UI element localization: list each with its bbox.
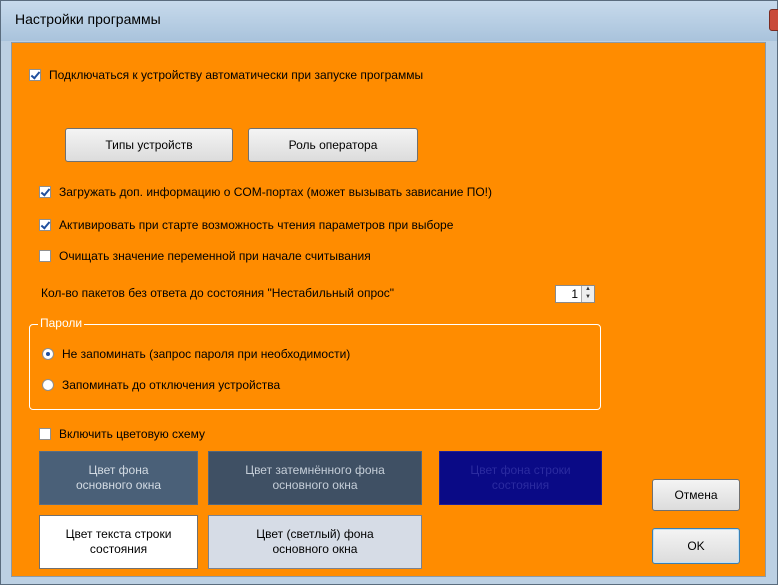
light-main-bg-line1: Цвет (светлый) фона [256,527,374,541]
passwords-group: Пароли Не запоминать (запрос пароля при … [29,316,601,410]
load-com-info-label: Загружать доп. информацию о COM-портах (… [59,185,493,199]
operator-role-button[interactable]: Роль оператора [248,128,418,162]
settings-panel: Подключаться к устройству автоматически … [11,42,766,577]
packets-stepper[interactable]: 1 ▲ ▼ [555,285,595,303]
color-scheme-checkbox[interactable] [39,428,51,440]
status-text-color-button[interactable]: Цвет текста строки состояния [39,515,198,569]
activate-read-label: Активировать при старте возможность чтен… [59,218,454,232]
main-bg-color-button[interactable]: Цвет фона основного окна [39,451,198,505]
light-main-bg-line2: основного окна [272,542,358,556]
cancel-button[interactable]: Отмена [652,479,740,511]
status-bg-line1: Цвет фона строки [470,463,571,477]
status-bg-color-button[interactable]: Цвет фона строки состояния [439,451,602,505]
no-remember-radio[interactable] [42,348,54,360]
dark-main-bg-line2: основного окна [272,478,358,492]
status-text-line1: Цвет текста строки [65,527,172,541]
close-icon[interactable] [769,9,778,31]
ok-button[interactable]: OK [652,528,740,564]
settings-window: Настройки программы Подключаться к устро… [0,0,778,585]
light-main-bg-color-button[interactable]: Цвет (светлый) фона основного окна [208,515,422,569]
auto-connect-label: Подключаться к устройству автоматически … [49,68,424,82]
load-com-info-checkbox[interactable] [39,186,51,198]
no-remember-label: Не запоминать (запрос пароля при необход… [62,347,351,361]
clear-var-row[interactable]: Очищать значение переменной при начале с… [39,249,371,263]
activate-read-checkbox[interactable] [39,219,51,231]
remember-option[interactable]: Запоминать до отключения устройства [42,378,280,392]
remember-radio[interactable] [42,379,54,391]
device-types-button[interactable]: Типы устройств [65,128,233,162]
packets-value[interactable]: 1 [556,286,581,302]
chevron-down-icon[interactable]: ▼ [582,294,594,302]
main-bg-line1: Цвет фона [88,463,149,477]
passwords-legend: Пароли [38,316,85,330]
remember-label: Запоминать до отключения устройства [62,378,281,392]
main-bg-line2: основного окна [76,478,161,492]
auto-connect-checkbox[interactable] [29,69,41,81]
chevron-up-icon[interactable]: ▲ [582,286,594,294]
color-scheme-label: Включить цветовую схему [59,427,205,441]
dark-main-bg-line1: Цвет затемнённого фона [245,463,385,477]
activate-read-row[interactable]: Активировать при старте возможность чтен… [39,218,453,232]
color-scheme-row[interactable]: Включить цветовую схему [39,427,205,441]
status-text-line2: состояния [89,542,148,556]
stepper-arrows[interactable]: ▲ ▼ [581,286,594,302]
packets-label-row: Кол-во пакетов без ответа до состояния "… [41,286,394,300]
auto-connect-row[interactable]: Подключаться к устройству автоматически … [29,68,423,82]
clear-var-label: Очищать значение переменной при начале с… [59,249,371,263]
window-title: Настройки программы [15,11,161,27]
load-com-info-row[interactable]: Загружать доп. информацию о COM-портах (… [39,185,492,199]
no-remember-option[interactable]: Не запоминать (запрос пароля при необход… [42,347,350,361]
clear-var-checkbox[interactable] [39,250,51,262]
dark-main-bg-color-button[interactable]: Цвет затемнённого фона основного окна [208,451,422,505]
title-bar[interactable]: Настройки программы [1,1,778,41]
packets-label: Кол-во пакетов без ответа до состояния "… [41,286,395,300]
status-bg-line2: состояния [491,478,550,492]
